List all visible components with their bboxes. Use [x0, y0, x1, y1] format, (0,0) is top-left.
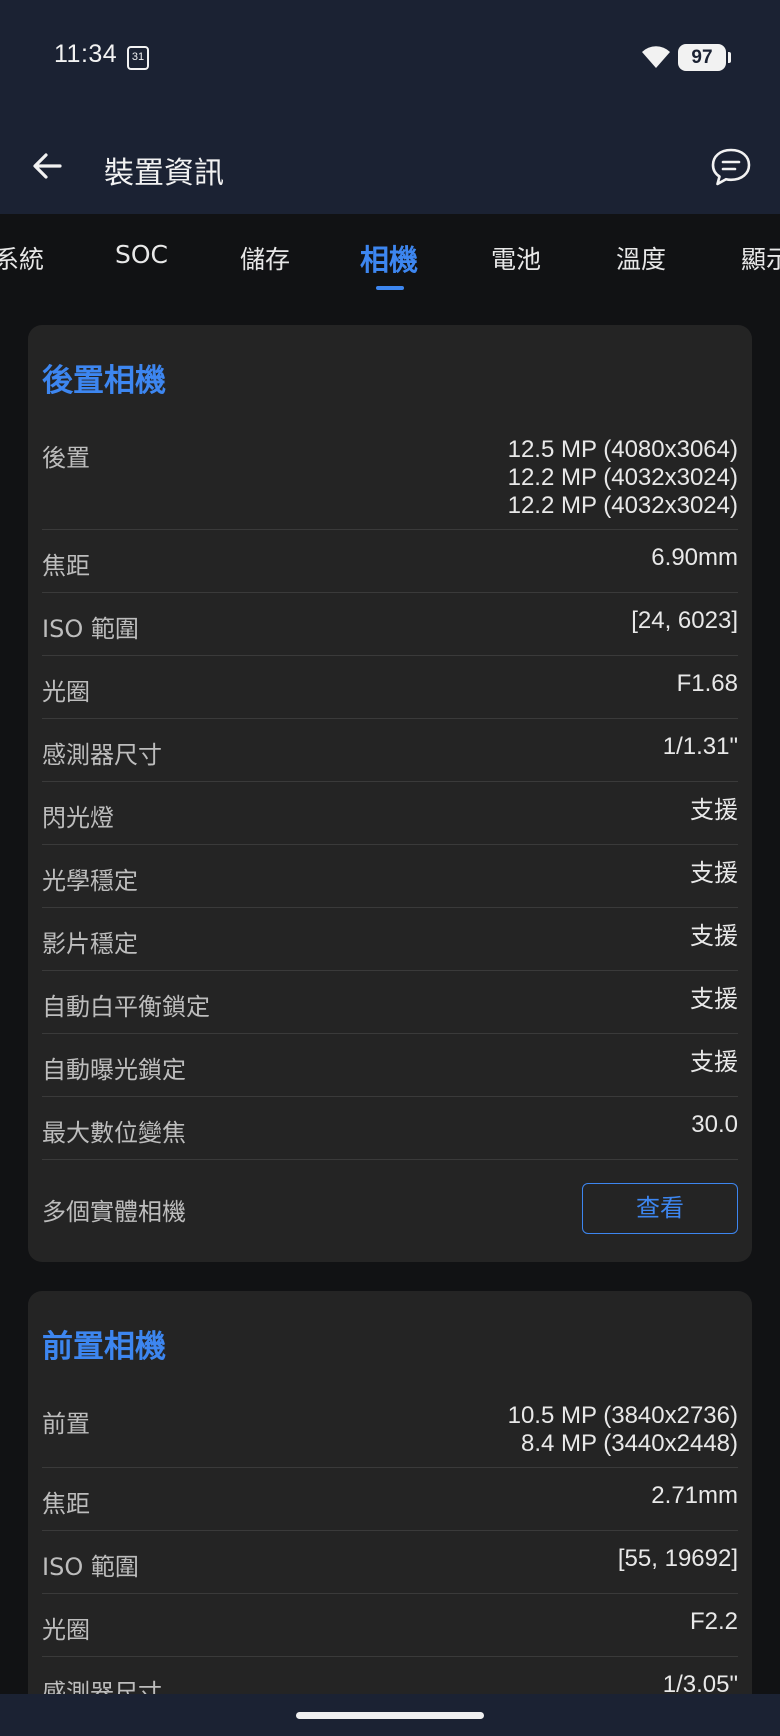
resolution-value: 10.5 MP (3840x2736) [507, 1402, 738, 1429]
resolution-value: 12.2 MP (4032x3024) [507, 464, 738, 491]
home-gesture-handle[interactable] [296, 1712, 484, 1719]
navigation-bar [0, 1694, 780, 1736]
status-time: 11:34 [54, 40, 118, 68]
row-label: 閃光燈 [42, 804, 114, 832]
info-row: 焦距 6.90mm [42, 530, 738, 593]
row-label: 最大數位變焦 [42, 1119, 186, 1147]
resolution-row: 後置 12.5 MP (4080x3064) 12.2 MP (4032x302… [42, 422, 738, 530]
card-title: 前置相機 [42, 1329, 166, 1365]
view-button[interactable]: 查看 [582, 1183, 738, 1234]
info-row: 光學穩定 支援 [42, 845, 738, 908]
row-label: 光圈 [42, 678, 90, 706]
tab-camera[interactable]: 相機 [360, 237, 418, 279]
row-value: 支援 [690, 1048, 738, 1076]
front-camera-card: 前置相機 前置 10.5 MP (3840x2736) 8.4 MP (3440… [28, 1291, 752, 1736]
info-row: 光圈 F1.68 [42, 656, 738, 719]
row-value: F2.2 [689, 1608, 738, 1635]
page-title: 裝置資訊 [104, 156, 224, 191]
info-row: 影片穩定 支援 [42, 908, 738, 971]
row-label: 自動曝光鎖定 [42, 1056, 186, 1084]
info-row: 閃光燈 支援 [42, 782, 738, 845]
rear-camera-card: 後置相機 後置 12.5 MP (4080x3064) 12.2 MP (403… [28, 325, 752, 1262]
row-label: 多個實體相機 [42, 1198, 186, 1226]
row-label: 光圈 [42, 1616, 90, 1644]
info-row: 光圈 F2.2 [42, 1594, 738, 1657]
tab-system[interactable]: 系統 [0, 240, 44, 276]
row-label: 感測器尺寸 [42, 741, 162, 769]
multi-camera-row: 多個實體相機 查看 [42, 1160, 738, 1255]
card-title: 後置相機 [42, 363, 166, 399]
row-value: 30.0 [691, 1111, 738, 1138]
feedback-icon[interactable] [708, 144, 754, 190]
tab-soc[interactable]: SOC [115, 240, 168, 269]
row-value: 支援 [690, 796, 738, 824]
wifi-icon [642, 46, 670, 68]
row-label: 自動白平衡鎖定 [42, 993, 210, 1021]
row-label: 後置 [42, 444, 90, 472]
row-value: 2.71mm [651, 1482, 738, 1509]
row-label: 焦距 [42, 552, 90, 580]
tab-storage[interactable]: 儲存 [240, 240, 290, 276]
status-bar: 11:34 31 97 [0, 0, 780, 118]
row-value: [55, 19692] [617, 1545, 738, 1572]
row-value: 6.90mm [651, 544, 738, 571]
row-label: 焦距 [42, 1490, 90, 1518]
back-arrow-icon[interactable] [26, 144, 70, 188]
row-value: F1.68 [676, 670, 738, 697]
app-bar: 裝置資訊 [0, 118, 780, 214]
resolution-value: 8.4 MP (3440x2448) [520, 1430, 738, 1457]
info-row: 最大數位變焦 30.0 [42, 1097, 738, 1160]
row-value: 10.5 MP (3840x2736) 8.4 MP (3440x2448) [508, 1402, 738, 1458]
row-value: 1/1.31" [662, 733, 738, 760]
info-row: 自動白平衡鎖定 支援 [42, 971, 738, 1034]
screen: 11:34 31 97 裝置資訊 系統 SOC 儲存 相機 電池 溫度 顯示 後… [0, 0, 780, 1736]
row-value: 支援 [690, 922, 738, 950]
calendar-icon: 31 [127, 46, 149, 70]
row-label: 光學穩定 [42, 867, 138, 895]
info-row: ISO 範圍 [55, 19692] [42, 1531, 738, 1594]
resolution-row: 前置 10.5 MP (3840x2736) 8.4 MP (3440x2448… [42, 1388, 738, 1468]
row-label: 前置 [42, 1410, 90, 1438]
row-value: [24, 6023] [631, 607, 738, 634]
tab-strip: 系統 SOC 儲存 相機 電池 溫度 顯示 [0, 214, 780, 296]
tab-thermal[interactable]: 溫度 [616, 240, 666, 276]
resolution-value: 12.2 MP (4032x3024) [507, 492, 738, 519]
row-label: ISO 範圍 [42, 615, 139, 643]
battery-icon: 97 [678, 44, 731, 71]
info-row: 感測器尺寸 1/1.31" [42, 719, 738, 782]
active-tab-indicator [376, 286, 404, 290]
row-value: 12.5 MP (4080x3064) 12.2 MP (4032x3024) … [508, 436, 738, 520]
info-row: 焦距 2.71mm [42, 1468, 738, 1531]
info-row: ISO 範圍 [24, 6023] [42, 593, 738, 656]
row-value: 支援 [690, 859, 738, 887]
resolution-value: 12.5 MP (4080x3064) [507, 436, 738, 463]
tab-battery[interactable]: 電池 [491, 240, 541, 276]
tab-display[interactable]: 顯示 [741, 240, 780, 276]
row-label: 影片穩定 [42, 930, 138, 958]
row-value: 支援 [690, 985, 738, 1013]
row-label: ISO 範圍 [42, 1553, 139, 1581]
info-row: 自動曝光鎖定 支援 [42, 1034, 738, 1097]
